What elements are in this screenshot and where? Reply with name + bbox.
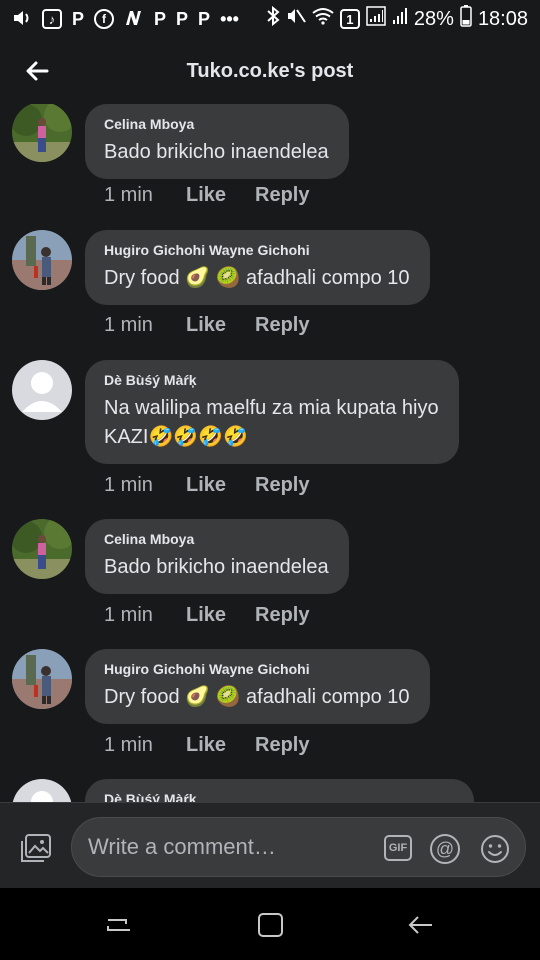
comment-text: Dry food 🥑 🥝 afadhali compo 10 bbox=[104, 267, 410, 289]
back-icon[interactable] bbox=[406, 910, 436, 940]
avatar[interactable] bbox=[12, 104, 72, 162]
reply-button[interactable]: Reply bbox=[255, 184, 309, 207]
app-p-icon: P bbox=[72, 9, 85, 29]
comment-text: Bado brikicho inaendelea bbox=[104, 556, 329, 578]
gif-icon[interactable]: GIF bbox=[384, 835, 412, 861]
comment-composer: GIF @ bbox=[0, 802, 540, 888]
clock: 18:08 bbox=[477, 7, 528, 30]
comment-bubble[interactable]: Hugiro Gichohi Wayne Gichohi Dry food 🥑 … bbox=[85, 649, 430, 724]
app-p-icon: P bbox=[198, 9, 211, 29]
comment-author[interactable]: Celina Mboya bbox=[104, 116, 329, 132]
app-p-icon: P bbox=[154, 9, 167, 29]
like-button[interactable]: Like bbox=[186, 314, 255, 337]
comment-author[interactable]: Dè Bùśý Màŕķ bbox=[104, 791, 454, 802]
app-p-icon: P bbox=[176, 9, 189, 29]
comment-input-box[interactable]: GIF @ bbox=[71, 817, 526, 877]
status-bar: ♪ P f P P P ••• 1 28% 18:08 bbox=[0, 0, 540, 38]
comment-list[interactable]: Celina Mboya Bado brikicho inaendelea 1 … bbox=[0, 104, 540, 802]
sim-card-icon: 1 bbox=[339, 9, 360, 29]
reply-button[interactable]: Reply bbox=[255, 604, 309, 627]
comment-author[interactable]: Celina Mboya bbox=[104, 531, 329, 547]
comment-text: Na walilipa maelfu za mia kupata hiyo bbox=[104, 397, 439, 419]
home-icon[interactable] bbox=[256, 910, 286, 940]
comment-bubble[interactable]: Dè Bùśý Màŕķ bbox=[85, 779, 474, 802]
back-arrow-icon[interactable] bbox=[20, 54, 54, 88]
comment-actions: 1 min Like Reply bbox=[104, 734, 309, 757]
comment-text: Dry food 🥑 🥝 afadhali compo 10 bbox=[104, 686, 410, 708]
reply-button[interactable]: Reply bbox=[255, 734, 309, 757]
photo-icon[interactable] bbox=[20, 833, 52, 865]
comment-actions: 1 min Like Reply bbox=[104, 314, 309, 337]
comment-text: KAZI🤣🤣🤣🤣 bbox=[104, 426, 249, 448]
comment-bubble[interactable]: Celina Mboya Bado brikicho inaendelea bbox=[85, 104, 349, 179]
comment-author[interactable]: Hugiro Gichohi Wayne Gichohi bbox=[104, 242, 410, 258]
avatar[interactable] bbox=[12, 649, 72, 709]
comment-text: Bado brikicho inaendelea bbox=[104, 141, 329, 163]
avatar[interactable] bbox=[12, 360, 72, 420]
like-button[interactable]: Like bbox=[186, 474, 255, 497]
comment-author[interactable]: Dè Bùśý Màŕķ bbox=[104, 372, 439, 388]
comment-actions: 1 min Like Reply bbox=[104, 604, 309, 627]
like-button[interactable]: Like bbox=[186, 604, 255, 627]
signal-icon bbox=[392, 6, 408, 32]
signal-icon bbox=[366, 6, 386, 32]
comment-bubble[interactable]: Hugiro Gichohi Wayne Gichohi Dry food 🥑 … bbox=[85, 230, 430, 305]
comment-time: 1 min bbox=[104, 604, 153, 626]
like-button[interactable]: Like bbox=[186, 734, 255, 757]
comment-actions: 1 min Like Reply bbox=[104, 184, 309, 207]
mention-icon[interactable]: @ bbox=[430, 834, 460, 864]
system-navigation-bar bbox=[0, 888, 540, 960]
comment-actions: 1 min Like Reply bbox=[104, 474, 309, 497]
page-title: Tuko.co.ke's post bbox=[186, 59, 354, 82]
avatar[interactable] bbox=[12, 519, 72, 579]
comment-author[interactable]: Hugiro Gichohi Wayne Gichohi bbox=[104, 661, 410, 677]
avatar[interactable] bbox=[12, 230, 72, 290]
comment-time: 1 min bbox=[104, 314, 153, 336]
post-header: Tuko.co.ke's post bbox=[0, 38, 540, 104]
avatar[interactable] bbox=[12, 779, 72, 802]
volume-icon bbox=[12, 9, 32, 30]
tiktok-icon: ♪ bbox=[42, 9, 62, 29]
comment-bubble[interactable]: Celina Mboya Bado brikicho inaendelea bbox=[85, 519, 349, 594]
bluetooth-icon bbox=[266, 5, 280, 32]
emoji-icon[interactable] bbox=[480, 834, 510, 864]
comment-bubble[interactable]: Dè Bùśý Màŕķ Na walilipa maelfu za mia k… bbox=[85, 360, 459, 464]
comment-time: 1 min bbox=[104, 474, 153, 496]
comment-time: 1 min bbox=[104, 184, 153, 206]
comment-time: 1 min bbox=[104, 734, 153, 756]
more-notifications-icon: ••• bbox=[220, 9, 239, 29]
comment-input[interactable] bbox=[88, 832, 378, 862]
battery-percent: 28% bbox=[413, 7, 454, 30]
reply-button[interactable]: Reply bbox=[255, 314, 309, 337]
wifi-icon bbox=[312, 7, 334, 31]
like-button[interactable]: Like bbox=[186, 184, 255, 207]
reply-button[interactable]: Reply bbox=[255, 474, 309, 497]
news-icon bbox=[124, 9, 144, 30]
battery-icon bbox=[460, 5, 472, 33]
facebook-icon: f bbox=[94, 9, 115, 29]
mute-icon bbox=[286, 6, 306, 32]
recent-apps-icon[interactable] bbox=[104, 910, 134, 940]
